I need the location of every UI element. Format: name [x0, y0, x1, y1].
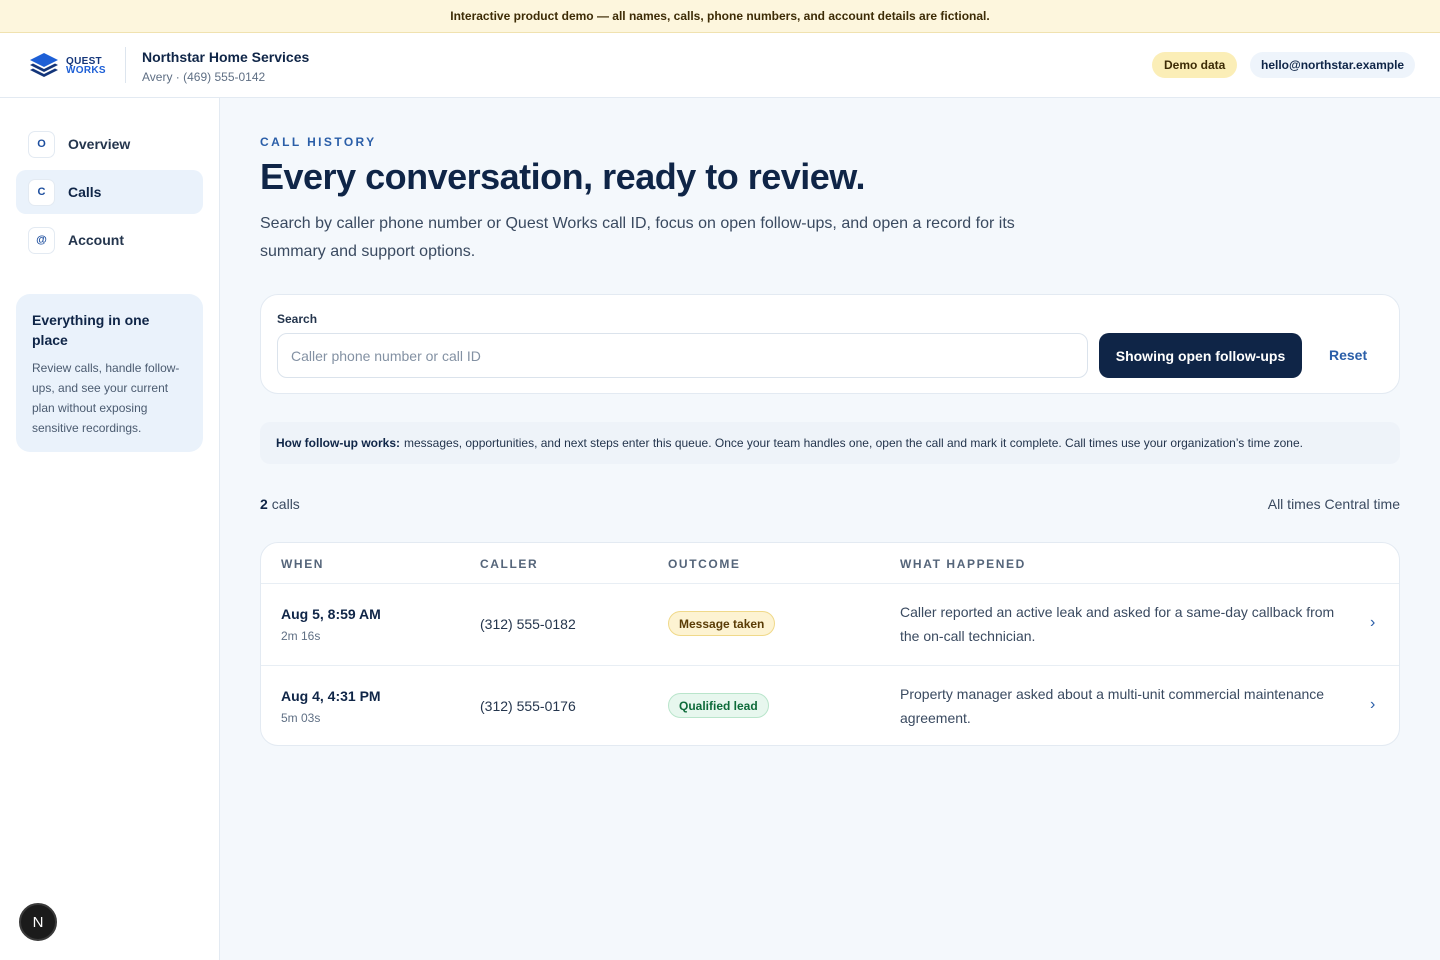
sidebar-item-label: Calls — [68, 184, 102, 200]
info-note-text: messages, opportunities, and next steps … — [404, 436, 1303, 450]
account-email[interactable]: hello@northstar.example — [1250, 52, 1416, 78]
sidebar-item-account[interactable]: @ Account — [16, 218, 203, 262]
result-count: 2 calls — [260, 496, 300, 512]
call-duration: 2m 16s — [281, 629, 321, 643]
account-icon: @ — [28, 226, 55, 254]
info-note-heading: How follow-up works: — [276, 436, 400, 450]
stacked-layers-icon — [30, 53, 58, 77]
page-title: Every conversation, ready to review. — [260, 156, 865, 197]
result-count-number: 2 — [260, 496, 268, 512]
sidebar-item-overview[interactable]: O Overview — [16, 122, 203, 166]
call-duration: 5m 03s — [281, 711, 321, 725]
logo-line-2: WORKS — [66, 65, 106, 76]
sidebar-item-label: Overview — [68, 136, 131, 152]
calls-icon: C — [28, 178, 55, 206]
org-name: Northstar Home Services — [142, 49, 310, 65]
outcome-badge: Qualified lead — [668, 693, 769, 718]
reset-button[interactable]: Reset — [1329, 347, 1367, 363]
result-count-label: calls — [271, 496, 300, 512]
caller-phone: (312) 555-0182 — [480, 616, 576, 632]
logo-wordmark: QUEST WORKS — [66, 57, 106, 76]
caller-phone: (312) 555-0176 — [480, 698, 576, 714]
header-divider — [125, 47, 126, 83]
call-time: Aug 5, 8:59 AM — [281, 606, 381, 622]
chevron-right-icon[interactable]: › — [1370, 614, 1375, 632]
table-row[interactable]: Aug 4, 4:31 PM 5m 03s (312) 555-0176 Qua… — [261, 665, 1399, 745]
quest-works-logo[interactable]: QUEST WORKS — [28, 49, 110, 83]
table-header: WHEN CALLER OUTCOME WHAT HAPPENED — [261, 543, 1399, 584]
search-input[interactable] — [277, 333, 1088, 378]
sidebar-item-calls[interactable]: C Calls — [16, 170, 203, 214]
column-header-caller: CALLER — [480, 557, 539, 571]
chevron-right-icon[interactable]: › — [1370, 696, 1375, 714]
table-row[interactable]: Aug 5, 8:59 AM 2m 16s (312) 555-0182 Mes… — [261, 584, 1399, 665]
outcome-badge: Message taken — [668, 611, 776, 636]
demo-banner: Interactive product demo — all names, ca… — [0, 0, 1440, 33]
search-card: Search Showing open follow-ups Reset — [260, 294, 1400, 394]
call-summary: Caller reported an active leak and asked… — [900, 604, 1335, 644]
follow-up-info-note: How follow-up works: messages, opportuni… — [260, 422, 1400, 464]
column-header-what-happened: WHAT HAPPENED — [900, 557, 1026, 571]
call-time: Aug 4, 4:31 PM — [281, 688, 381, 704]
page-description: Search by caller phone number or Quest W… — [260, 215, 1015, 260]
timezone-note: All times Central time — [1267, 496, 1400, 512]
overview-icon: O — [28, 130, 55, 158]
org-contact: Avery · (469) 555-0142 — [142, 70, 266, 84]
main-content: CALL HISTORY Every conversation, ready t… — [220, 98, 1440, 960]
sidebar-item-label: Account — [68, 232, 124, 248]
org-info: Northstar Home Services Avery · (469) 55… — [142, 49, 309, 84]
column-header-when: WHEN — [281, 557, 325, 571]
open-follow-ups-filter-button[interactable]: Showing open follow-ups — [1099, 333, 1302, 378]
promo-card: Everything in one place Review calls, ha… — [16, 294, 203, 452]
top-bar: QUEST WORKS Northstar Home Services Aver… — [0, 33, 1440, 98]
section-eyebrow: CALL HISTORY — [260, 135, 377, 149]
demo-data-badge: Demo data — [1152, 52, 1238, 78]
search-label: Search — [277, 312, 318, 326]
promo-body: Review calls, handle follow-ups, and see… — [32, 361, 180, 435]
user-avatar[interactable]: N — [19, 903, 57, 941]
sidebar: O Overview C Calls @ Account Everything … — [0, 98, 220, 960]
column-header-outcome: OUTCOME — [668, 557, 741, 571]
promo-title: Everything in one place — [32, 312, 150, 348]
calls-table: WHEN CALLER OUTCOME WHAT HAPPENED Aug 5,… — [260, 542, 1400, 746]
call-summary: Property manager asked about a multi-uni… — [900, 686, 1325, 726]
